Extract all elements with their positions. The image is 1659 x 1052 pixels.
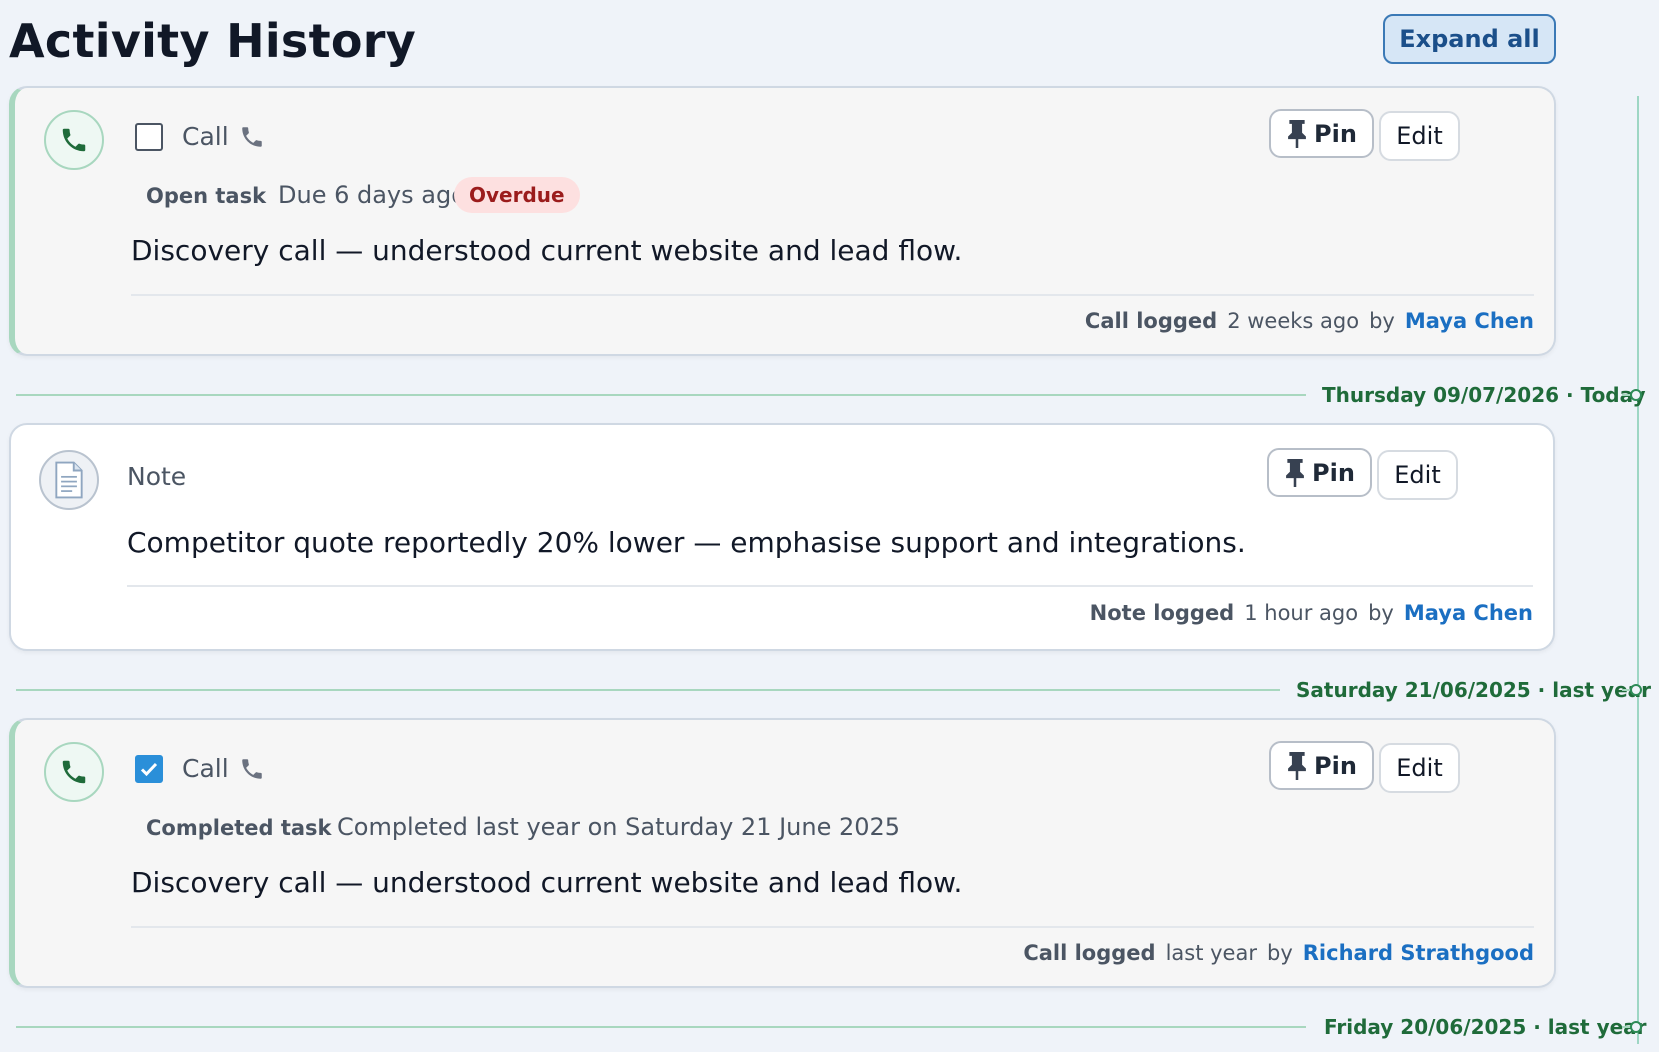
activity-card-note: Note Competitor quote reportedly 20% low…	[9, 423, 1555, 651]
activity-body: Competitor quote reportedly 20% lower — …	[127, 526, 1246, 559]
task-complete-checkbox[interactable]	[135, 123, 163, 151]
edit-button[interactable]: Edit	[1379, 743, 1460, 793]
activity-body: Discovery call — understood current webs…	[131, 234, 963, 267]
date-separator: Friday 20/06/2025 · last year	[16, 1015, 1647, 1039]
timeline-dot	[1630, 389, 1642, 401]
activity-card-call-completed: Call Completed task Completed last year …	[9, 718, 1556, 988]
activity-footer: Call logged 2 weeks ago by Maya Chen	[1085, 308, 1534, 334]
activity-body: Discovery call — understood current webs…	[131, 866, 963, 899]
task-state: Completed task	[146, 816, 332, 840]
pin-label: Pin	[1314, 751, 1357, 780]
footer-user-link[interactable]: Maya Chen	[1404, 600, 1533, 626]
card-divider	[131, 294, 1534, 296]
task-state: Open task	[146, 184, 267, 208]
page-title: Activity History	[9, 14, 417, 68]
separator-line	[16, 1026, 1306, 1028]
activity-type-label: Call	[182, 754, 229, 783]
checkmark-icon	[140, 762, 158, 777]
activity-footer: Call logged last year by Richard Strathg…	[1023, 940, 1534, 966]
edit-button[interactable]: Edit	[1379, 111, 1460, 161]
pin-button[interactable]: Pin	[1269, 109, 1374, 158]
phone-type-icon	[242, 127, 262, 147]
footer-label: Note logged	[1089, 601, 1235, 625]
task-due-date: Due 6 days ago	[278, 181, 466, 209]
pin-icon	[1288, 751, 1306, 780]
pin-label: Pin	[1312, 458, 1355, 487]
call-avatar	[44, 742, 104, 802]
activity-card-call-open: Call Open task Due 6 days ago Overdue Di…	[9, 86, 1556, 356]
date-separator: Saturday 21/06/2025 · last year	[16, 678, 1651, 702]
activity-type-label: Note	[127, 462, 187, 491]
separator-line	[16, 394, 1306, 396]
note-avatar	[39, 450, 99, 510]
date-separator: Thursday 09/07/2026 · Today	[16, 383, 1646, 407]
separator-text: Friday 20/06/2025 · last year	[1324, 1015, 1647, 1039]
footer-time: 1 hour ago	[1244, 601, 1359, 625]
separator-text: Thursday 09/07/2026 · Today	[1322, 383, 1646, 407]
timeline-rail	[1637, 96, 1639, 1052]
footer-time: 2 weeks ago	[1227, 309, 1360, 333]
footer-label: Call logged	[1023, 941, 1156, 965]
separator-dash	[1622, 689, 1630, 691]
activity-footer: Note logged 1 hour ago by Maya Chen	[1090, 600, 1533, 626]
card-divider	[127, 585, 1533, 587]
card-divider	[131, 926, 1534, 928]
separator-dash	[1622, 1026, 1630, 1028]
phone-type-icon	[242, 759, 262, 779]
task-complete-checkbox[interactable]	[135, 755, 163, 783]
pin-button[interactable]: Pin	[1267, 448, 1372, 497]
task-completed-date: Completed last year on Saturday 21 June …	[337, 813, 901, 841]
document-icon	[55, 461, 83, 499]
pin-icon	[1288, 119, 1306, 148]
overdue-badge: Overdue	[454, 177, 580, 213]
activity-history-page: Activity History Expand all Call Open ta…	[0, 0, 1659, 1052]
separator-text: Saturday 21/06/2025 · last year	[1296, 678, 1651, 702]
footer-user-link[interactable]: Richard Strathgood	[1303, 940, 1534, 966]
call-avatar	[44, 110, 104, 170]
pin-label: Pin	[1314, 119, 1357, 148]
separator-dash	[1622, 394, 1630, 396]
pin-button[interactable]: Pin	[1269, 741, 1374, 790]
phone-icon	[62, 760, 86, 784]
footer-time: last year	[1165, 941, 1257, 965]
expand-all-button[interactable]: Expand all	[1383, 14, 1556, 64]
list-bottom-edge	[0, 1044, 1659, 1052]
pin-icon	[1286, 458, 1304, 487]
separator-line	[16, 689, 1280, 691]
footer-user-link[interactable]: Maya Chen	[1405, 308, 1534, 334]
footer-by: by	[1266, 941, 1293, 965]
timeline-dot	[1630, 1021, 1642, 1033]
footer-by: by	[1369, 309, 1395, 333]
footer-by: by	[1368, 601, 1394, 625]
timeline-dot	[1630, 684, 1642, 696]
edit-button[interactable]: Edit	[1377, 450, 1458, 500]
footer-label: Call logged	[1084, 309, 1218, 333]
phone-icon	[62, 128, 86, 152]
activity-type-label: Call	[182, 122, 229, 151]
